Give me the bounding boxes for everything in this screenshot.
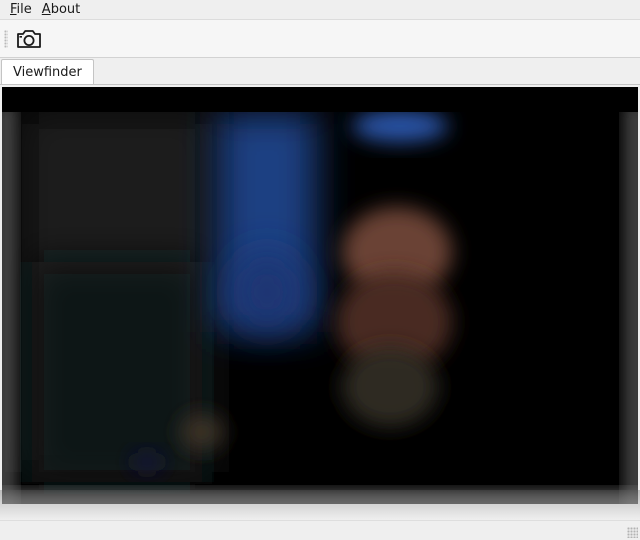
menu-file[interactable]: File — [5, 0, 37, 20]
camera-viewfinder — [2, 112, 638, 504]
viewfinder-top-strip — [2, 87, 638, 112]
menu-about-mnemonic: A — [41, 1, 51, 17]
viewfinder-bottom-fade — [0, 490, 640, 520]
status-bar — [0, 520, 640, 540]
tab-viewfinder[interactable]: Viewfinder — [1, 59, 94, 85]
tab-bar: Viewfinder — [0, 58, 640, 85]
toolbar — [0, 20, 640, 58]
menu-about-label: bout — [50, 1, 81, 17]
camera-app-window: File About Viewfinder — [0, 0, 640, 540]
menu-about[interactable]: About — [37, 0, 85, 20]
camera-preview-image — [2, 112, 638, 504]
viewfinder-panel — [0, 84, 640, 520]
menu-bar: File About — [0, 0, 640, 20]
menu-file-label: ile — [16, 1, 32, 17]
camera-icon — [17, 30, 41, 48]
resize-grip-handle[interactable] — [627, 527, 638, 538]
toolbar-grip-handle[interactable] — [4, 30, 8, 48]
capture-photo-button[interactable] — [13, 25, 45, 53]
